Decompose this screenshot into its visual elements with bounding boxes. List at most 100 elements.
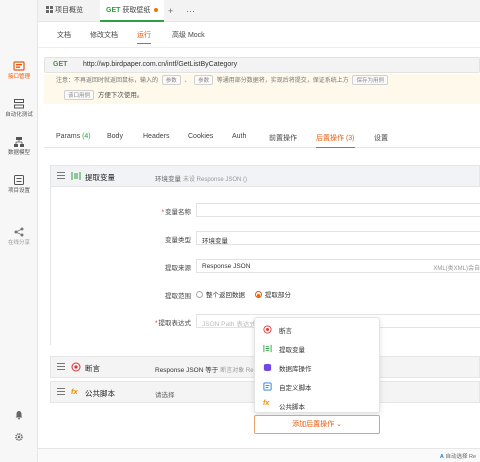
tab-project-overview[interactable]: 项目概览 bbox=[40, 0, 89, 22]
sidebar-item-automation[interactable]: 自动化测试 bbox=[0, 98, 38, 118]
sidebar-item-label: 接口管理 bbox=[7, 74, 30, 80]
settings-icon bbox=[14, 175, 24, 185]
tab-label: Auth bbox=[232, 133, 247, 140]
select-value: Response JSON bbox=[202, 263, 251, 270]
source-hint: XML(类XML)会自 bbox=[433, 266, 480, 272]
sidebar-item-label: 项目设置 bbox=[7, 188, 30, 194]
field-label: 提取范围 bbox=[165, 293, 191, 300]
notice-text: 、 bbox=[184, 78, 191, 84]
url-bar[interactable]: GET http://wp.birdpaper.com.cn/intf/GetL… bbox=[44, 57, 480, 73]
drag-handle-icon[interactable] bbox=[57, 172, 65, 181]
data-model-icon bbox=[14, 137, 24, 147]
tab-label: 后置操作 bbox=[316, 135, 344, 142]
sidebar-item-api[interactable]: 接口管理 bbox=[0, 60, 38, 80]
tab-cookies[interactable]: Cookies bbox=[188, 133, 213, 140]
label-text: 提取表达式 bbox=[158, 320, 192, 327]
label-text: 变量名称 bbox=[165, 209, 191, 216]
api-icon bbox=[13, 61, 25, 71]
button-label: 添加后置操作 bbox=[292, 421, 335, 428]
menu-item-label: 断言 bbox=[279, 328, 292, 335]
assert-icon bbox=[71, 362, 81, 372]
subtab-advanced-mock[interactable]: 高级 Mock bbox=[172, 30, 205, 40]
fx-icon: fx bbox=[71, 387, 78, 396]
tab-label: Params bbox=[56, 133, 81, 140]
input-placeholder: JSON Path 表达式 bbox=[202, 321, 256, 328]
tab-pre-operations[interactable]: 前置操作 bbox=[269, 133, 297, 143]
database-icon bbox=[263, 363, 272, 372]
scope-option-whole[interactable]: 整个返回数据 bbox=[196, 291, 245, 299]
add-tab-icon[interactable]: + bbox=[168, 0, 173, 22]
add-post-operation-menu: 断言 提取变量 数据库操作 自定义脚本 fx 公共脚本 bbox=[254, 317, 380, 413]
tab-params[interactable]: Params (4) bbox=[56, 133, 91, 140]
notice-chip: 保存为用例 bbox=[352, 75, 388, 85]
var-name-input[interactable] bbox=[196, 203, 480, 217]
request-subtabs: 文档 修改文档 运行 高级 Mock bbox=[38, 22, 480, 48]
tab-auth[interactable]: Auth bbox=[232, 133, 246, 140]
section-desc: Response JSON 等于 断言对象 Re bbox=[155, 364, 254, 374]
scope-option-partial[interactable]: 提取部分 bbox=[254, 291, 291, 299]
tab-body[interactable]: Body bbox=[107, 133, 123, 140]
tab-count: (3) bbox=[345, 135, 355, 142]
menu-item-label: 提取变量 bbox=[279, 347, 305, 354]
desc-subtext: 断言对象 Re bbox=[220, 367, 254, 374]
menu-item-public-script[interactable]: fx 公共脚本 bbox=[255, 396, 381, 415]
sidebar-item-settings[interactable]: 项目设置 bbox=[0, 174, 38, 194]
tab-get-wallpaper[interactable]: GET 获取壁纸 bbox=[100, 0, 165, 22]
gear-icon[interactable] bbox=[14, 432, 24, 442]
add-post-operation-button[interactable]: 添加后置操作 ⌄ bbox=[254, 415, 380, 434]
tab-label: Headers bbox=[143, 133, 170, 140]
sidebar-item-label: 自动化测试 bbox=[5, 112, 33, 118]
unsaved-dot-icon bbox=[154, 8, 159, 13]
bell-icon[interactable] bbox=[14, 410, 24, 420]
field-var-type: 变量类型 环境变量 bbox=[51, 231, 480, 245]
sidebar-item-label: 数据模型 bbox=[7, 150, 30, 156]
subtab-edit-doc[interactable]: 修改文档 bbox=[90, 30, 118, 40]
section-desc: 请选择 bbox=[155, 391, 175, 399]
notice-text: 等通用部分数据将，实现后将提交，保证系统上方 bbox=[216, 78, 349, 84]
scope-radio-group: 整个返回数据 提取部分 bbox=[196, 289, 291, 299]
desc-text: Response JSON 等于 bbox=[155, 366, 219, 374]
fx-icon: fx bbox=[263, 400, 270, 407]
source-select[interactable]: Response JSON XML(类XML)会自 bbox=[196, 259, 480, 273]
status-bar: A 自动选择 Re bbox=[38, 448, 480, 462]
section-desc: 环境变量 未设 Response JSON () bbox=[155, 173, 247, 183]
desc-subtext: 未设 Response JSON () bbox=[183, 176, 248, 183]
menu-item-label: 自定义脚本 bbox=[279, 385, 312, 392]
url-input[interactable]: http://wp.birdpaper.com.cn/intf/GetListB… bbox=[83, 61, 237, 68]
sidebar-item-data-model[interactable]: 数据模型 bbox=[0, 136, 38, 156]
subtab-doc[interactable]: 文档 bbox=[57, 30, 71, 40]
more-icon[interactable]: ··· bbox=[186, 0, 195, 22]
tab-post-operations[interactable]: 后置操作 (3) bbox=[316, 133, 355, 148]
automation-icon bbox=[14, 99, 24, 109]
script-icon bbox=[263, 382, 272, 391]
menu-item-custom-script[interactable]: 自定义脚本 bbox=[255, 377, 381, 396]
http-method[interactable]: GET bbox=[53, 61, 67, 68]
status-label: 自动选择 Re bbox=[445, 454, 476, 460]
extract-variable-header[interactable]: 提取变量 环境变量 未设 Response JSON () bbox=[50, 165, 480, 187]
menu-item-extract[interactable]: 提取变量 bbox=[255, 339, 381, 358]
tab-label: Body bbox=[107, 133, 123, 140]
field-var-name: *变量名称 bbox=[51, 203, 480, 217]
drag-handle-icon[interactable] bbox=[57, 363, 65, 372]
menu-item-database[interactable]: 数据库操作 bbox=[255, 358, 381, 377]
assert-icon bbox=[263, 325, 272, 334]
field-label: *提取表达式 bbox=[154, 320, 192, 327]
notice-line: 注意：不再返回时就返回鼠标，输入的 参数 、 参数 等通用部分数据将，实现后将提… bbox=[56, 75, 476, 85]
tab-headers[interactable]: Headers bbox=[143, 133, 169, 140]
left-sidebar: 接口管理 自动化测试 数据模型 项目设置 在线分享 bbox=[0, 0, 38, 462]
notice-text: 注意：不再返回时就返回鼠标，输入的 bbox=[56, 78, 159, 84]
tab-label: 设置 bbox=[374, 135, 388, 142]
tab-label: 获取壁纸 bbox=[122, 7, 151, 14]
section-title: 公共脚本 bbox=[85, 389, 115, 398]
param-tabs: Params (4) Body Headers Cookies Auth 前置操… bbox=[44, 128, 480, 148]
drag-handle-icon[interactable] bbox=[57, 388, 65, 397]
sidebar-item-label: 在线分享 bbox=[7, 240, 30, 246]
chevron-down-icon: ⌄ bbox=[336, 421, 342, 428]
tab-settings[interactable]: 设置 bbox=[374, 133, 388, 143]
radio-icon bbox=[196, 291, 203, 298]
field-label: 提取来源 bbox=[165, 265, 191, 272]
menu-item-assert[interactable]: 断言 bbox=[255, 320, 381, 339]
subtab-run[interactable]: 运行 bbox=[137, 30, 151, 44]
var-type-select[interactable]: 环境变量 bbox=[196, 231, 480, 245]
sidebar-item-share[interactable]: 在线分享 bbox=[0, 226, 38, 246]
